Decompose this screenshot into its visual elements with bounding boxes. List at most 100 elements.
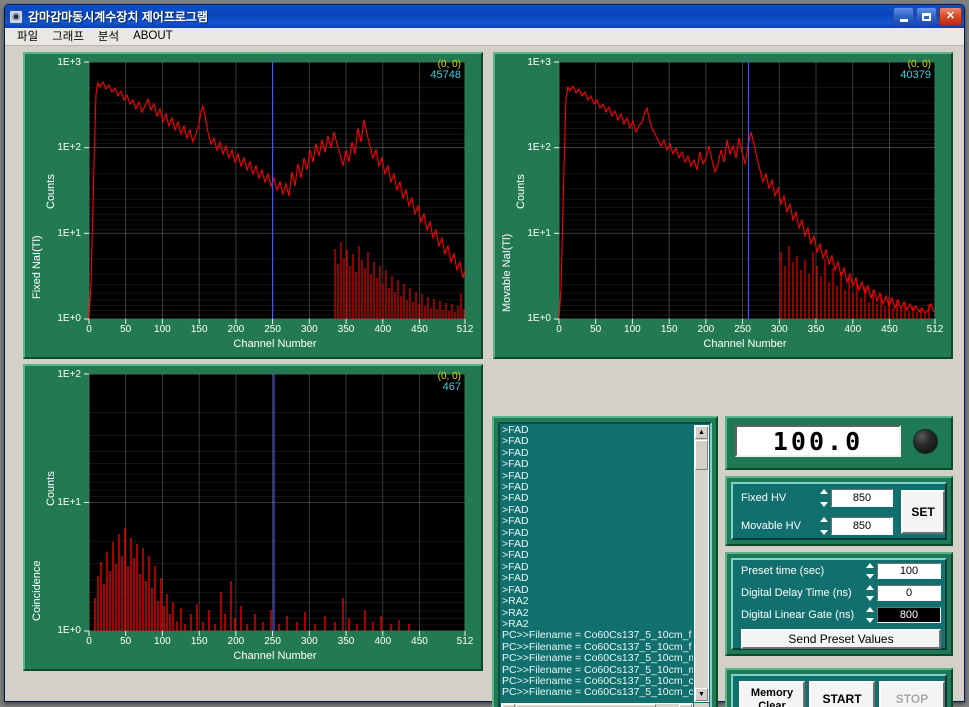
stop-button[interactable]: STOP (879, 681, 945, 707)
close-button[interactable]: ✕ (939, 7, 962, 26)
chart-movable-nai-canvas (554, 61, 936, 324)
log-vertical-scrollbar[interactable]: ▲ ▼ (694, 425, 709, 702)
digital-delay-time-spinner[interactable] (865, 585, 874, 601)
chart-coincidence-xtick-7: 350 (337, 636, 355, 647)
chart-fixed-nai-readout-value: 45748 (430, 69, 461, 81)
hv-group: Fixed HV 850 Movable HV 850 SET (725, 476, 953, 546)
client-area: (0, 0) 45748 1E+3 1E+2 1E+1 1E+0 0 50 10… (5, 46, 964, 707)
chart-fixed-nai[interactable]: (0, 0) 45748 1E+3 1E+2 1E+1 1E+0 0 50 10… (23, 52, 483, 359)
maximize-button[interactable] (916, 7, 937, 26)
chart-coincidence-xtick-5: 250 (264, 636, 281, 647)
display-group: 100.0 (725, 416, 953, 470)
chart-movable-nai-xtick-10: 512 (926, 324, 944, 335)
actions-group-inner: Memory Clear START STOP (731, 674, 947, 707)
digital-gate-spin-down-icon[interactable] (865, 618, 874, 623)
chart-fixed-nai-xtick-5: 250 (264, 324, 281, 335)
chart-movable-nai-xtick-2: 100 (624, 324, 641, 335)
chart-fixed-nai-ytitle-main: Counts (45, 174, 57, 209)
menu-item-file[interactable]: 파일 (10, 27, 45, 46)
movable-hv-input[interactable]: 850 (831, 517, 893, 535)
chart-coincidence-readout: (0, 0) 467 (438, 371, 461, 393)
chart-coincidence-ytick-1: 1E+1 (57, 497, 81, 508)
digital-gate-spin-up-icon[interactable] (865, 607, 874, 612)
start-button[interactable]: START (809, 681, 875, 707)
chart-fixed-nai-ytitle-sub: Fixed NaI(Tl) (31, 235, 43, 299)
fixed-hv-spin-up-icon[interactable] (819, 489, 828, 494)
chart-coincidence-xtick-3: 150 (190, 636, 208, 647)
movable-hv-spinner[interactable] (819, 517, 828, 535)
preset-time-input[interactable]: 100 (877, 563, 941, 579)
chart-movable-nai-xtick-8: 400 (844, 324, 862, 335)
chart-fixed-nai-xtick-9: 450 (411, 324, 428, 335)
log-panel: >FAD >FAD >FAD >FAD >FAD >FAD >FAD >FAD … (492, 416, 718, 707)
preset-time-spin-down-icon[interactable] (865, 574, 874, 579)
digital-delay-time-label: Digital Delay Time (ns) (741, 587, 852, 599)
chart-movable-nai-readout-coord: (0, 0) (907, 59, 931, 70)
chart-coincidence-xtick-8: 400 (374, 636, 392, 647)
digital-delay-spin-up-icon[interactable] (865, 585, 874, 590)
chart-movable-nai-readout-value: 40379 (900, 69, 931, 81)
menu-item-graph[interactable]: 그래프 (45, 27, 91, 46)
status-led-icon (913, 429, 938, 454)
chart-coincidence-xtick-4: 200 (227, 636, 245, 647)
log-output-text: >FAD >FAD >FAD >FAD >FAD >FAD >FAD >FAD … (502, 425, 693, 699)
screen: ◉ 감마감마동시계수장치 제어프로그램 ✕ 파일 그래프 분석 ABOUT (0… (0, 0, 969, 707)
menu-item-analysis[interactable]: 분석 (91, 27, 126, 46)
digital-delay-time-input[interactable]: 0 (877, 585, 941, 601)
fixed-hv-spin-down-icon[interactable] (819, 502, 828, 507)
minimize-button[interactable] (893, 7, 914, 26)
memory-clear-line1: Memory (750, 686, 794, 699)
chart-movable-nai-ytitle-main: Counts (515, 174, 527, 209)
chart-fixed-nai-xtick-3: 150 (190, 324, 208, 335)
chart-coincidence-readout-value: 467 (442, 381, 461, 393)
movable-hv-spin-down-icon[interactable] (819, 530, 828, 535)
preset-group-inner: Preset time (sec) 100 Digital Delay Time… (731, 558, 947, 650)
menu-item-about[interactable]: ABOUT (126, 29, 180, 44)
preset-time-spinner[interactable] (865, 563, 874, 579)
fixed-hv-input[interactable]: 850 (831, 489, 893, 507)
chart-coincidence[interactable]: (0, 0) 467 1E+2 1E+1 1E+0 0 50 100 150 2… (23, 364, 483, 671)
preset-time-label: Preset time (sec) (741, 565, 825, 577)
fixed-hv-spinner[interactable] (819, 489, 828, 507)
chart-movable-nai[interactable]: (0, 0) 40379 1E+3 1E+2 1E+1 1E+0 0 50 10… (493, 52, 953, 359)
preset-time-spin-up-icon[interactable] (865, 563, 874, 568)
chart-coincidence-xtick-0: 0 (86, 636, 92, 647)
chart-movable-nai-xtick-7: 350 (807, 324, 825, 335)
chart-fixed-nai-readout: (0, 0) 45748 (430, 59, 461, 81)
chart-coincidence-ytitle-sub: Coincidence (31, 560, 43, 621)
chart-coincidence-xtick-1: 50 (120, 636, 132, 647)
chart-fixed-nai-readout-coord: (0, 0) (437, 59, 461, 70)
set-hv-button[interactable]: SET (901, 490, 945, 534)
chart-coincidence-ytick-2: 1E+0 (57, 625, 81, 636)
window-buttons: ✕ (893, 7, 962, 26)
chart-movable-nai-xtick-3: 150 (660, 324, 678, 335)
chart-movable-nai-ytick-3: 1E+0 (527, 313, 551, 324)
chart-fixed-nai-xtick-1: 50 (120, 324, 132, 335)
actions-group: Memory Clear START STOP (725, 668, 953, 707)
log-output-box[interactable]: >FAD >FAD >FAD >FAD >FAD >FAD >FAD >FAD … (498, 422, 712, 707)
chart-fixed-nai-xtick-6: 300 (300, 324, 318, 335)
memory-clear-button[interactable]: Memory Clear (739, 681, 805, 707)
digital-delay-spin-down-icon[interactable] (865, 596, 874, 601)
chart-coincidence-xtick-9: 450 (411, 636, 428, 647)
chart-movable-nai-xtick-4: 200 (697, 324, 715, 335)
log-horizontal-scrollbar[interactable]: ◄ ► (501, 703, 693, 707)
scroll-down-icon[interactable]: ▼ (695, 688, 708, 701)
scrollbar-corner (694, 703, 709, 707)
chart-fixed-nai-xtick-10: 512 (456, 324, 474, 335)
scroll-up-icon[interactable]: ▲ (695, 426, 708, 439)
log-vscroll-thumb[interactable] (695, 440, 708, 470)
preset-group: Preset time (sec) 100 Digital Delay Time… (725, 552, 953, 656)
send-preset-values-button[interactable]: Send Preset Values (741, 629, 941, 649)
movable-hv-label: Movable HV (741, 520, 801, 532)
application-window: ◉ 감마감마동시계수장치 제어프로그램 ✕ 파일 그래프 분석 ABOUT (0… (4, 4, 965, 707)
window-title: 감마감마동시계수장치 제어프로그램 (28, 10, 208, 24)
chart-coincidence-xtick-6: 300 (300, 636, 318, 647)
digital-linear-gate-spinner[interactable] (865, 607, 874, 623)
chart-fixed-nai-xtick-0: 0 (86, 324, 92, 335)
movable-hv-spin-up-icon[interactable] (819, 517, 828, 522)
digital-linear-gate-input[interactable]: 800 (877, 607, 941, 623)
chart-fixed-nai-xtick-2: 100 (154, 324, 171, 335)
chart-fixed-nai-xtick-8: 400 (374, 324, 392, 335)
chart-coincidence-readout-coord: (0, 0) (437, 371, 461, 382)
